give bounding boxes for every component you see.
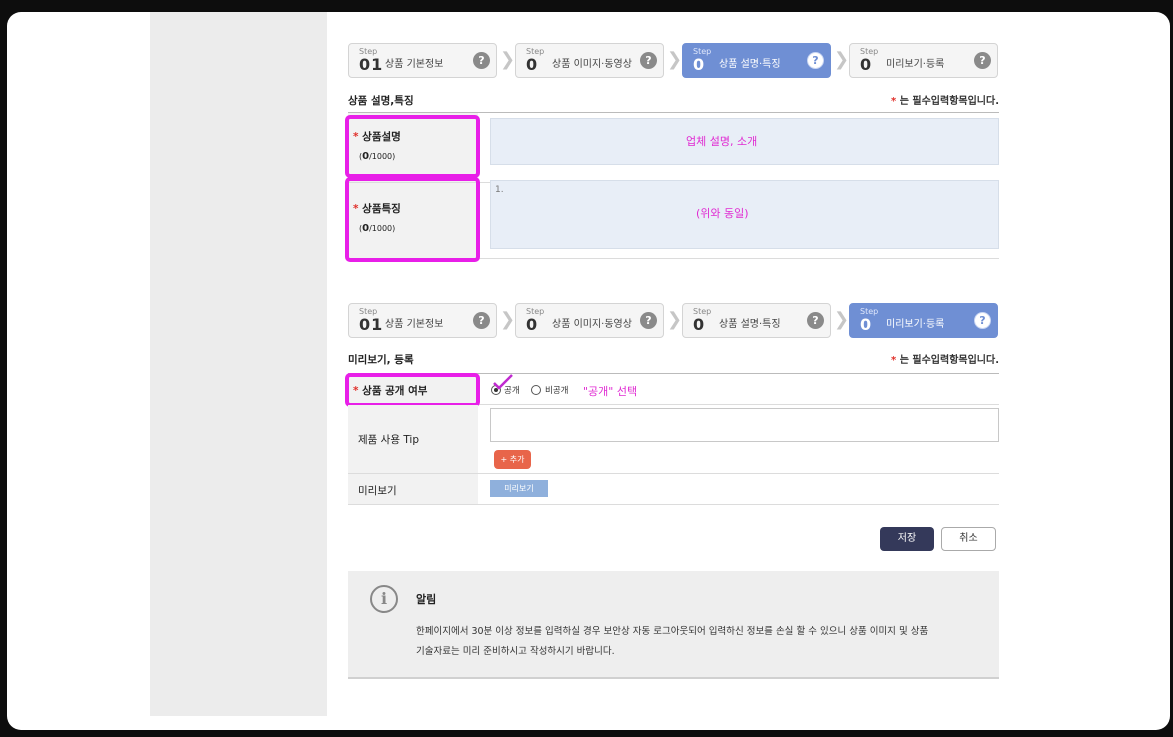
help-icon[interactable]: ?	[807, 52, 824, 69]
help-icon[interactable]: ?	[974, 52, 991, 69]
step-label: 상품 설명·특징	[719, 319, 781, 330]
add-tip-button[interactable]: + 추가	[494, 450, 531, 469]
step-indicator-2: Step 01 상품 기본정보 ? ❯ Step 0 상품 이미지·동영상 ? …	[348, 303, 999, 339]
chevron-right-icon: ❯	[500, 49, 516, 70]
help-icon[interactable]: ?	[640, 52, 657, 69]
chevron-right-icon: ❯	[667, 309, 683, 330]
notice-body: 한페이지에서 30분 이상 정보를 입력하실 경우 보안상 자동 로그아웃되어 …	[416, 622, 976, 662]
tip-row: 제품 사용 Tip + 추가	[348, 405, 999, 474]
chevron-right-icon: ❯	[667, 49, 683, 70]
description-textarea[interactable]: 업체 설명, 소개	[490, 118, 999, 165]
step-4[interactable]: Step 0 미리보기·등록 ?	[849, 43, 998, 78]
app-window: Step 01 상품 기본정보 ? ❯ Step 0 상품 이미지·동영상 ? …	[7, 12, 1170, 730]
step-label: 상품 기본정보	[385, 59, 444, 70]
step-number: 01	[359, 55, 384, 74]
radio-private[interactable]	[531, 385, 541, 395]
left-sidebar	[150, 12, 327, 716]
step-number: 0	[693, 55, 706, 74]
preview-row: 미리보기 미리보기	[348, 474, 999, 505]
help-icon[interactable]: ?	[473, 312, 490, 329]
step-label: 상품 이미지·동영상	[552, 319, 632, 330]
step-2[interactable]: Step 0 상품 이미지·동영상 ?	[515, 303, 664, 338]
required-note: * 는 필수입력항목입니다.	[891, 355, 999, 366]
step-3[interactable]: Step 0 상품 설명·특징 ?	[682, 43, 831, 78]
highlight-box	[345, 115, 480, 178]
step-1[interactable]: Step 01 상품 기본정보 ?	[348, 303, 497, 338]
notice-line-1: 한페이지에서 30분 이상 정보를 입력하실 경우 보안상 자동 로그아웃되어 …	[416, 626, 929, 637]
notice-panel: i 알림 한페이지에서 30분 이상 정보를 입력하실 경우 보안상 자동 로그…	[348, 571, 999, 679]
step-4[interactable]: Step 0 미리보기·등록 ?	[849, 303, 998, 338]
annotation-text: (위와 동일)	[696, 207, 749, 220]
highlight-box	[345, 373, 480, 407]
step-label: 상품 이미지·동영상	[552, 59, 632, 70]
preview-label: 미리보기	[358, 485, 397, 497]
step-label: 상품 설명·특징	[719, 59, 781, 70]
step-1[interactable]: Step 01 상품 기본정보 ?	[348, 43, 497, 78]
step-indicator-1: Step 01 상품 기본정보 ? ❯ Step 0 상품 이미지·동영상 ? …	[348, 43, 999, 79]
notice-line-2: 기술자료는 미리 준비하시고 작성하시기 바랍니다.	[416, 646, 615, 657]
step-label: 미리보기·등록	[886, 319, 945, 330]
step-number: 01	[359, 315, 384, 334]
preview-button[interactable]: 미리보기	[490, 480, 548, 497]
help-icon[interactable]: ?	[807, 312, 824, 329]
field-label-cell: 미리보기	[348, 474, 478, 504]
step-3[interactable]: Step 0 상품 설명·특징 ?	[682, 303, 831, 338]
tip-input[interactable]	[490, 408, 999, 442]
highlight-box	[345, 177, 480, 262]
step-label: 상품 기본정보	[385, 319, 444, 330]
features-textarea[interactable]: 1. (위와 동일)	[490, 180, 999, 249]
notice-title: 알림	[416, 593, 437, 606]
textarea-placeholder: 1.	[495, 185, 504, 195]
step-number: 0	[860, 55, 873, 74]
step-number: 0	[693, 315, 706, 334]
radio-private-label: 비공개	[545, 386, 569, 396]
step-number: 0	[526, 55, 539, 74]
step-label: 미리보기·등록	[886, 59, 945, 70]
step-2[interactable]: Step 0 상품 이미지·동영상 ?	[515, 43, 664, 78]
step-number: 0	[860, 315, 873, 334]
annotation-text: 업체 설명, 소개	[686, 135, 758, 148]
chevron-right-icon: ❯	[500, 309, 516, 330]
section-title: 상품 설명,특징	[348, 95, 414, 107]
required-note: * 는 필수입력항목입니다.	[891, 96, 999, 107]
tip-label: 제품 사용 Tip	[358, 434, 419, 446]
chevron-right-icon: ❯	[834, 309, 850, 330]
cancel-button[interactable]: 취소	[941, 527, 996, 551]
section-title: 미리보기, 등록	[348, 354, 414, 366]
field-label-cell: 제품 사용 Tip	[348, 405, 478, 473]
help-icon[interactable]: ?	[473, 52, 490, 69]
annotation-text: "공개" 선택	[583, 385, 638, 398]
chevron-right-icon: ❯	[834, 49, 850, 70]
info-icon: i	[370, 585, 398, 613]
save-button[interactable]: 저장	[880, 527, 934, 551]
help-icon[interactable]: ?	[640, 312, 657, 329]
help-icon[interactable]: ?	[974, 312, 991, 329]
checkmark-icon	[493, 374, 513, 390]
step-number: 0	[526, 315, 539, 334]
